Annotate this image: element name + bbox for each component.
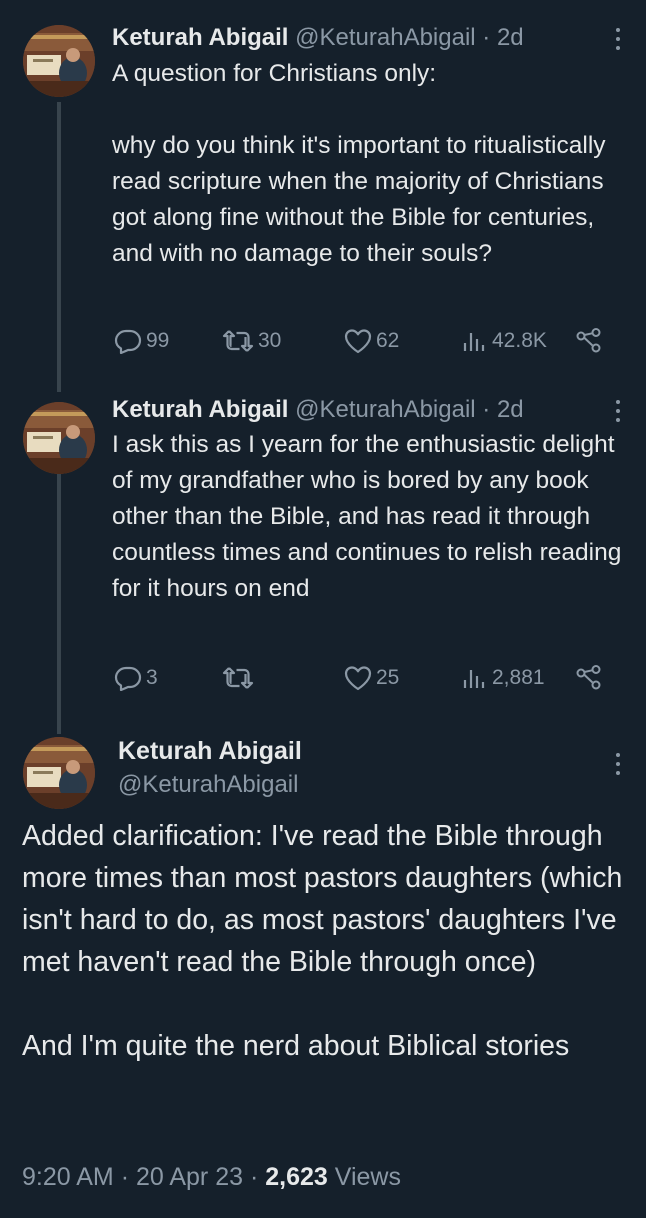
- tweet[interactable]: Keturah Abigail @KeturahAbigail · 2d I a…: [0, 380, 646, 715]
- like-icon: [344, 329, 372, 354]
- share-icon: [576, 328, 601, 353]
- share-button[interactable]: [575, 323, 603, 359]
- views-button[interactable]: 42.8K: [462, 323, 547, 359]
- reply-count: 99: [146, 329, 170, 352]
- reply-icon: [114, 666, 142, 691]
- handle[interactable]: @KeturahAbigail: [295, 24, 475, 51]
- more-icon[interactable]: [614, 28, 622, 55]
- tweet-text: Added clarification: I've read the Bible…: [22, 820, 623, 1062]
- like-icon: [344, 666, 372, 691]
- tweet-date[interactable]: 20 Apr 23: [136, 1163, 243, 1191]
- retweet-icon: [222, 330, 254, 352]
- tweet-header: Keturah Abigail @KeturahAbigail · 2d: [112, 396, 524, 424]
- tweet-text: I ask this as I yearn for the enthusiast…: [112, 431, 629, 602]
- like-count: 25: [376, 666, 400, 689]
- reply-button[interactable]: 99: [114, 323, 169, 359]
- tweet-actions: 99 30 62 42.8K: [112, 323, 606, 359]
- tweet-time[interactable]: 9:20 AM: [22, 1163, 114, 1191]
- views-label: Views: [334, 1163, 401, 1191]
- reply-icon: [114, 329, 142, 354]
- timestamp[interactable]: · 2d: [482, 396, 523, 423]
- display-name[interactable]: Keturah Abigail: [112, 24, 288, 51]
- display-name[interactable]: Keturah Abigail: [112, 396, 288, 423]
- handle[interactable]: @KeturahAbigail: [118, 771, 298, 799]
- retweet-icon: [222, 667, 254, 689]
- reply-button[interactable]: 3: [114, 660, 158, 696]
- more-icon[interactable]: [614, 753, 622, 780]
- tweet-header: Keturah Abigail @KeturahAbigail · 2d: [112, 24, 524, 52]
- tweet-footer: 9:20 AM · 20 Apr 23 · 2,623 Views: [22, 1163, 401, 1191]
- tweet-text: A question for Christians only: why do y…: [112, 60, 606, 267]
- reply-count: 3: [146, 666, 158, 689]
- share-button[interactable]: [575, 660, 603, 696]
- avatar[interactable]: [23, 737, 95, 809]
- handle[interactable]: @KeturahAbigail: [295, 396, 475, 423]
- like-button[interactable]: 62: [344, 323, 399, 359]
- timestamp[interactable]: · 2d: [482, 24, 523, 51]
- main-tweet[interactable]: Keturah Abigail @KeturahAbigail Added cl…: [0, 715, 646, 1218]
- retweet-button[interactable]: [222, 660, 258, 696]
- avatar[interactable]: [23, 402, 95, 474]
- like-button[interactable]: 25: [344, 660, 399, 696]
- tweet[interactable]: Keturah Abigail @KeturahAbigail · 2d A q…: [0, 0, 646, 380]
- views-icon: [463, 333, 485, 351]
- like-count: 62: [376, 329, 400, 352]
- views-count: 2,881: [492, 666, 545, 689]
- views-icon: [463, 670, 485, 688]
- views-button[interactable]: 2,881: [462, 660, 545, 696]
- views-total: 2,623: [265, 1163, 328, 1191]
- avatar[interactable]: [23, 25, 95, 97]
- more-icon[interactable]: [614, 400, 622, 427]
- tweet-actions: 3 25 2,881: [112, 660, 606, 696]
- display-name[interactable]: Keturah Abigail: [118, 737, 302, 766]
- views-count: 42.8K: [492, 329, 547, 352]
- share-icon: [576, 665, 601, 690]
- retweet-button[interactable]: 30: [222, 323, 281, 359]
- retweet-count: 30: [258, 329, 282, 352]
